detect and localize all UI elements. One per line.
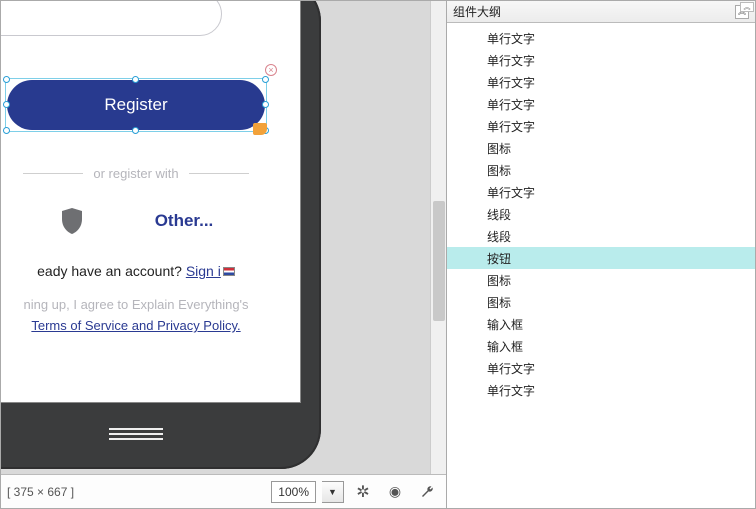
home-indicator: [109, 425, 163, 443]
already-text: eady have an account?: [37, 263, 186, 279]
shield-icon[interactable]: [59, 207, 85, 235]
canvas-viewport[interactable]: Password Register: [1, 1, 430, 474]
password-input[interactable]: Password: [1, 1, 222, 36]
social-row: Other...: [1, 207, 300, 235]
outline-item[interactable]: 图标: [447, 269, 755, 291]
register-label: Register: [104, 95, 167, 115]
flag-icon: [223, 267, 235, 276]
device-frame: Password Register: [1, 1, 321, 469]
resize-handle-tc[interactable]: [132, 76, 139, 83]
outline-item[interactable]: 图标: [447, 159, 755, 181]
app-root: Password Register: [0, 0, 756, 509]
outline-item[interactable]: 单行文字: [447, 357, 755, 379]
signin-link[interactable]: Sign i: [186, 263, 221, 279]
outline-item[interactable]: 单行文字: [447, 71, 755, 93]
outline-item[interactable]: 单行文字: [447, 27, 755, 49]
terms-link[interactable]: Terms of Service and Privacy Policy.: [31, 318, 240, 333]
outline-item[interactable]: 单行文字: [447, 181, 755, 203]
resize-handle-bl[interactable]: [3, 127, 10, 134]
outline-item[interactable]: 图标: [447, 137, 755, 159]
divider-line-right: [189, 173, 249, 174]
status-bar: [ 375 × 667 ] 100% ▼ ✲ ◉: [1, 474, 446, 508]
register-button[interactable]: Register: [7, 80, 265, 130]
divider-row: or register with: [1, 166, 300, 181]
resize-handle-bc[interactable]: [132, 127, 139, 134]
zoom-dropdown[interactable]: ▼: [322, 481, 344, 503]
divider-text: or register with: [93, 166, 178, 181]
zoom-input[interactable]: 100%: [271, 481, 316, 503]
outline-item[interactable]: 输入框: [447, 335, 755, 357]
outline-item[interactable]: 单行文字: [447, 93, 755, 115]
outline-item[interactable]: 按钮: [447, 247, 755, 269]
preview-eye-icon[interactable]: ◉: [382, 481, 408, 503]
panel-collapse-global-icon[interactable]: ︽: [740, 2, 754, 12]
sun-icon[interactable]: ✲: [350, 481, 376, 503]
already-have-account: eady have an account? Sign i: [1, 263, 300, 279]
other-link[interactable]: Other...: [155, 211, 214, 231]
outline-item[interactable]: 输入框: [447, 313, 755, 335]
note-badge-icon[interactable]: [253, 123, 267, 135]
resize-handle-tl[interactable]: [3, 76, 10, 83]
resize-handle-ml[interactable]: [3, 101, 10, 108]
outline-item[interactable]: 线段: [447, 225, 755, 247]
outline-item[interactable]: 单行文字: [447, 379, 755, 401]
register-button-selection[interactable]: Register ×: [7, 80, 265, 130]
outline-item[interactable]: 单行文字: [447, 49, 755, 71]
delete-badge-icon[interactable]: ×: [265, 64, 277, 76]
tools-wrench-icon[interactable]: [414, 481, 440, 503]
divider-line-left: [23, 173, 83, 174]
panel-title: 组件大纲: [453, 3, 501, 20]
canvas-pane: Password Register: [1, 1, 446, 508]
outline-panel: ︽ 组件大纲 ︽ 单行文字单行文字单行文字单行文字单行文字图标图标单行文字线段线…: [446, 1, 755, 508]
agree-text: ning up, I agree to Explain Everything's: [1, 297, 300, 312]
outline-item[interactable]: 图标: [447, 291, 755, 313]
outline-list[interactable]: 单行文字单行文字单行文字单行文字单行文字图标图标单行文字线段线段按钮图标图标输入…: [447, 23, 755, 508]
panel-header: 组件大纲 ︽: [447, 1, 755, 23]
outline-item[interactable]: 线段: [447, 203, 755, 225]
terms-text: Terms of Service and Privacy Policy.: [1, 318, 300, 333]
device-screen: Password Register: [1, 1, 301, 403]
canvas-dimensions: [ 375 × 667 ]: [7, 485, 74, 499]
vertical-scrollbar[interactable]: [430, 1, 446, 474]
resize-handle-tr[interactable]: [262, 76, 269, 83]
outline-item[interactable]: 单行文字: [447, 115, 755, 137]
resize-handle-mr[interactable]: [262, 101, 269, 108]
